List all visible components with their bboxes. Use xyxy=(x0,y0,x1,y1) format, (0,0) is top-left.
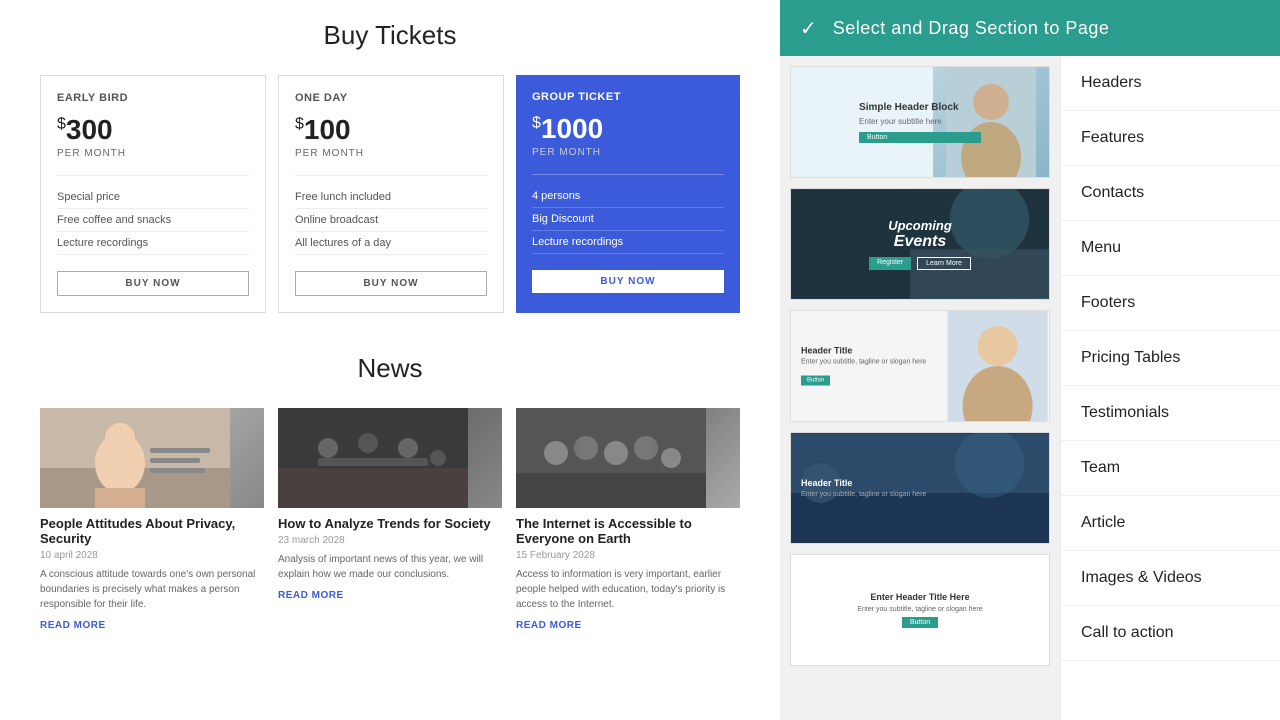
thumbnail-item-thumb1[interactable]: Simple Header Block Enter your subtitle … xyxy=(790,66,1050,178)
thumb-subtitle: Events xyxy=(894,233,946,251)
news-grid: People Attitudes About Privacy, Security… xyxy=(40,408,740,631)
news-image xyxy=(278,408,502,508)
thumbnails-column: Simple Header Block Enter your subtitle … xyxy=(780,56,1060,720)
thumbnail-image: Enter Header Title Here Enter you subtit… xyxy=(791,555,1049,665)
thumb-btn1[interactable]: Register xyxy=(869,257,911,270)
thumbnail-item-thumb2[interactable]: Upcoming Events Register Learn More xyxy=(790,188,1050,300)
thumbnail-image: Header Title Enter you subtitle, tagline… xyxy=(791,433,1049,543)
nav-item-pricing-tables[interactable]: Pricing Tables xyxy=(1061,331,1280,386)
thumb-button: Button xyxy=(859,132,981,143)
thumb-subtitle: Enter your subtitle here xyxy=(859,117,981,126)
top-bar-title: Select and Drag Section to Page xyxy=(833,18,1110,39)
thumb-subtitle: Enter you subtitle, tagline or slogan he… xyxy=(801,491,1039,498)
right-panel: ✓ Select and Drag Section to Page Simple… xyxy=(780,0,1280,720)
news-card-desc: A conscious attitude towards one's own p… xyxy=(40,567,264,612)
news-image xyxy=(516,408,740,508)
thumbnail-item-thumb5[interactable]: Enter Header Title Here Enter you subtit… xyxy=(790,554,1050,666)
nav-item-footers[interactable]: Footers xyxy=(1061,276,1280,331)
pricing-section: Buy Tickets EARLY BIRD $300 PER MONTH Speci… xyxy=(40,20,740,313)
plan-feature: All lectures of a day xyxy=(295,232,487,255)
thumb-title: Header Title xyxy=(801,346,943,356)
buy-now-button[interactable]: BUY NOW xyxy=(295,271,487,296)
nav-item-article[interactable]: Article xyxy=(1061,496,1280,551)
thumbnail-item-thumb4[interactable]: Header Title Enter you subtitle, tagline… xyxy=(790,432,1050,544)
nav-item-call-to-action[interactable]: Call to action xyxy=(1061,606,1280,661)
news-card-desc: Access to information is very important,… xyxy=(516,567,740,612)
news-card: The Internet is Accessible to Everyone o… xyxy=(516,408,740,631)
pricing-card-group-ticket: GROUP TICKET $1000 PER MONTH 4 personsBig D… xyxy=(516,75,740,313)
plan-price: $1000 xyxy=(532,113,724,145)
news-card-date: 23 march 2028 xyxy=(278,535,502,546)
check-icon: ✓ xyxy=(800,16,817,41)
plan-label: ONE DAY xyxy=(295,92,487,104)
news-section: News People Attitudes About Privacy, Sec… xyxy=(40,353,740,631)
nav-item-testimonials[interactable]: Testimonials xyxy=(1061,386,1280,441)
news-image xyxy=(40,408,264,508)
plan-feature: Big Discount xyxy=(532,208,724,231)
plan-feature: Free lunch included xyxy=(295,186,487,209)
thumbnail-item-thumb3[interactable]: Header Title Enter you subtitle, tagline… xyxy=(790,310,1050,422)
nav-item-contacts[interactable]: Contacts xyxy=(1061,166,1280,221)
thumb-title: Upcoming xyxy=(888,218,952,233)
news-card: How to Analyze Trends for Society 23 marc… xyxy=(278,408,502,631)
thumbnail-image: Simple Header Block Enter your subtitle … xyxy=(791,67,1049,177)
thumb-subtitle: Enter you subtitle, tagline or slogan he… xyxy=(857,606,982,613)
plan-price: $300 xyxy=(57,114,249,146)
news-card-title: The Internet is Accessible to Everyone o… xyxy=(516,516,740,546)
nav-item-headers[interactable]: Headers xyxy=(1061,56,1280,111)
plan-feature: Lecture recordings xyxy=(57,232,249,255)
pricing-cards: EARLY BIRD$300PER MONTHSpecial priceFree… xyxy=(40,75,740,313)
read-more-link[interactable]: READ MORE xyxy=(516,620,740,631)
news-card-desc: Analysis of important news of this year,… xyxy=(278,552,502,582)
plan-period: PER MONTH xyxy=(57,148,249,159)
thumb-button: Button xyxy=(801,376,830,386)
plan-feature: 4 persons xyxy=(532,185,724,208)
plan-feature: Special price xyxy=(57,186,249,209)
thumb-title: Header Title xyxy=(801,478,1039,488)
read-more-link[interactable]: READ MORE xyxy=(278,590,502,601)
nav-item-images-videos[interactable]: Images & Videos xyxy=(1061,551,1280,606)
read-more-link[interactable]: READ MORE xyxy=(40,620,264,631)
buy-now-button[interactable]: BUY NOW xyxy=(532,270,724,293)
pricing-title: Buy Tickets xyxy=(40,20,740,51)
pricing-card-early-bird: EARLY BIRD $300 PER MONTH Special priceFree… xyxy=(40,75,266,313)
panel-body: Simple Header Block Enter your subtitle … xyxy=(780,56,1280,720)
thumb-button: Button xyxy=(902,617,938,628)
nav-item-features[interactable]: Features xyxy=(1061,111,1280,166)
top-bar: ✓ Select and Drag Section to Page xyxy=(780,0,1280,56)
plan-period: PER MONTH xyxy=(532,147,724,158)
pricing-card-one-day: ONE DAY $100 PER MONTH Free lunch includedO… xyxy=(278,75,504,313)
main-canvas: Buy Tickets EARLY BIRD $300 PER MONTH Speci… xyxy=(0,0,780,720)
nav-item-team[interactable]: Team xyxy=(1061,441,1280,496)
news-card-date: 15 February 2028 xyxy=(516,550,740,561)
thumb-title: Simple Header Block xyxy=(859,102,981,113)
nav-item-menu[interactable]: Menu xyxy=(1061,221,1280,276)
plan-feature: Online broadcast xyxy=(295,209,487,232)
plan-price: $100 xyxy=(295,114,487,146)
buy-now-button[interactable]: BUY NOW xyxy=(57,271,249,296)
news-card-title: How to Analyze Trends for Society xyxy=(278,516,502,531)
thumbnail-image: Header Title Enter you subtitle, tagline… xyxy=(791,311,1049,421)
thumb-subtitle: Enter you subtitle, tagline or slogan he… xyxy=(801,359,943,366)
plan-period: PER MONTH xyxy=(295,148,487,159)
thumb-btn2[interactable]: Learn More xyxy=(917,257,971,270)
plan-label: EARLY BIRD xyxy=(57,92,249,104)
thumbnail-image: Upcoming Events Register Learn More xyxy=(791,189,1049,299)
plan-feature: Free coffee and snacks xyxy=(57,209,249,232)
plan-feature: Lecture recordings xyxy=(532,231,724,254)
nav-column: HeadersFeaturesContactsMenuFootersPricin… xyxy=(1060,56,1280,720)
news-card-title: People Attitudes About Privacy, Security xyxy=(40,516,264,546)
plan-label: GROUP TICKET xyxy=(532,91,724,103)
news-card: People Attitudes About Privacy, Security… xyxy=(40,408,264,631)
news-title: News xyxy=(40,353,740,384)
thumb-title: Enter Header Title Here xyxy=(870,592,969,602)
news-card-date: 10 april 2028 xyxy=(40,550,264,561)
